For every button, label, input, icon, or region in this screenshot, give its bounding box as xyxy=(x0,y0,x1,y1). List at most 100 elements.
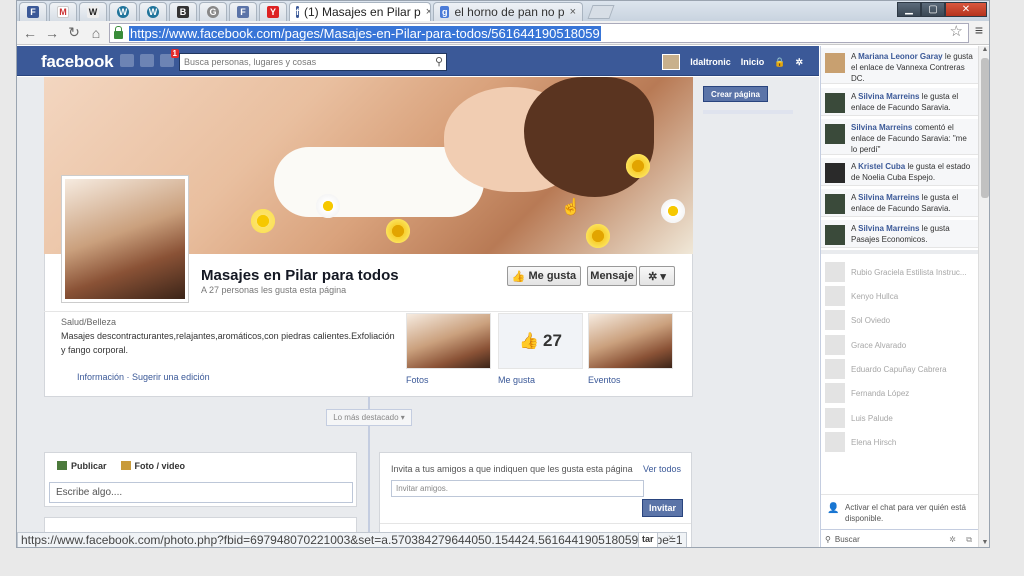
scroll-up-icon[interactable]: ▲ xyxy=(979,46,989,56)
create-page-button[interactable]: Crear página xyxy=(703,86,768,102)
minimize-icon[interactable]: ▁ xyxy=(897,2,921,17)
ticker-item[interactable]: A Kristel Cuba le gusta el estado de Noe… xyxy=(821,158,978,186)
pinned-tab-facebook-2[interactable]: F xyxy=(229,2,257,21)
pinned-tab-facebook[interactable]: F xyxy=(19,2,47,21)
ticker-item[interactable]: A Silvina Marreins le gusta el enlace de… xyxy=(821,88,978,116)
chat-search-bar[interactable]: ⚲ Buscar ✲ ⧉ xyxy=(821,529,978,547)
reload-icon[interactable]: ↻ xyxy=(63,24,85,41)
chat-friend[interactable]: Eduardo Capuñay Cabrera xyxy=(821,358,978,380)
info-link[interactable]: Información xyxy=(77,372,124,382)
post-composer: Publicar Foto / video Escribe algo.... xyxy=(44,452,357,507)
popout-icon[interactable]: ⧉ xyxy=(966,535,972,545)
tab-label: (1) Masajes en Pilar p xyxy=(304,5,421,19)
photos-app-tile[interactable] xyxy=(406,313,491,369)
chat-friend[interactable]: Elena Hirsch xyxy=(821,431,978,453)
tab-horno[interactable]: g el horno de pan no p × xyxy=(433,2,583,21)
address-bar[interactable]: https://www.facebook.com/pages/Masajes-e… xyxy=(109,23,969,43)
gear-icon[interactable]: ✲ xyxy=(949,535,956,544)
pinned-tab-gmail[interactable]: M xyxy=(49,2,77,21)
publish-tab[interactable]: Publicar xyxy=(57,461,107,471)
pinned-tab-wordpress-2[interactable]: W xyxy=(139,2,167,21)
chevron-down-icon: ▾ xyxy=(660,270,666,283)
page-title[interactable]: Masajes en Pilar para todos xyxy=(201,267,399,284)
close-window-icon[interactable]: ✕ xyxy=(945,2,987,17)
message-button[interactable]: Mensaje xyxy=(587,266,637,286)
page-scrollbar[interactable]: ▲ ▼ xyxy=(978,46,989,547)
wordpress-icon: W xyxy=(117,6,129,18)
pinned-tab-youtube[interactable]: Y xyxy=(259,2,287,21)
likes-count-text[interactable]: A 27 personas les gusta esta página xyxy=(201,285,346,295)
chat-friend[interactable]: Kenyo Hullca xyxy=(821,285,978,307)
messages-icon[interactable] xyxy=(140,54,154,67)
events-app-tile[interactable] xyxy=(588,313,673,369)
youtube-icon: Y xyxy=(267,6,279,18)
ticker-item[interactable]: Silvina Marreins comentó el enlace de Fa… xyxy=(821,119,978,155)
privacy-icon[interactable]: 🔒 xyxy=(774,57,785,68)
ticker-item[interactable]: A Mariana Leonor Garay le gusta el enlac… xyxy=(821,48,978,84)
wikipedia-icon: W xyxy=(87,6,99,18)
pinned-tab-blogger[interactable]: B xyxy=(169,2,197,21)
fb-search-input[interactable]: Busca personas, lugares y cosas ⚲ xyxy=(179,53,447,71)
pinned-tab-wikipedia[interactable]: W xyxy=(79,2,107,21)
app-label-events[interactable]: Eventos xyxy=(588,375,621,385)
facebook-logo[interactable]: facebook xyxy=(41,52,114,72)
facebook-icon: f xyxy=(296,6,299,18)
back-icon[interactable]: ← xyxy=(19,25,41,41)
ticker-item[interactable]: A Silvina Marreins le gusta Pasajes Econ… xyxy=(821,220,978,248)
settings-dropdown-button[interactable]: ✲ ▾ xyxy=(639,266,675,286)
chat-friend[interactable]: Sol Oviedo xyxy=(821,309,978,331)
notifications-icon[interactable]: 1 xyxy=(160,49,179,67)
maximize-icon[interactable]: ▢ xyxy=(921,2,945,17)
home-icon[interactable]: ⌂ xyxy=(85,25,107,41)
highlights-dropdown[interactable]: Lo más destacado ▾ xyxy=(326,409,412,426)
scroll-down-icon[interactable]: ▼ xyxy=(979,539,989,547)
profile-picture[interactable] xyxy=(61,175,189,303)
chat-friend[interactable]: Luis Palude xyxy=(821,407,978,429)
close-icon[interactable]: × xyxy=(426,6,430,18)
user-name-link[interactable]: Idaltronic xyxy=(690,57,731,67)
url-text[interactable]: https://www.facebook.com/pages/Masajes-e… xyxy=(129,25,601,41)
bookmark-star-icon[interactable]: ☆ xyxy=(950,22,963,40)
forward-icon[interactable]: → xyxy=(41,25,63,41)
flower-icon xyxy=(659,197,687,225)
chat-friend[interactable]: Fernanda López xyxy=(821,382,978,404)
avatar[interactable] xyxy=(662,54,681,70)
divider xyxy=(703,110,793,114)
likes-app-tile[interactable]: 👍 27 xyxy=(498,313,583,369)
avatar xyxy=(825,286,845,306)
friend-requests-icon[interactable] xyxy=(120,54,134,67)
partial-invite-button[interactable]: tar xyxy=(638,532,658,547)
app-label-likes[interactable]: Me gusta xyxy=(498,375,535,385)
browser-menu-icon[interactable]: ≡ xyxy=(975,22,983,38)
photo-video-tab[interactable]: Foto / video xyxy=(120,461,185,471)
chat-enable-prompt[interactable]: 👤 Activar el chat para ver quién está di… xyxy=(821,494,978,528)
tab-masajes[interactable]: f (1) Masajes en Pilar p × xyxy=(289,2,431,21)
settings-gear-icon[interactable]: ✲ xyxy=(795,57,803,68)
category-label[interactable]: Salud/Belleza xyxy=(61,317,401,327)
compose-input[interactable]: Escribe algo.... xyxy=(49,482,353,503)
chat-friend[interactable]: Grace Alvarado xyxy=(821,334,978,356)
home-link[interactable]: Inicio xyxy=(741,57,765,67)
page-content: Masajes en Pilar para todos A 27 persona… xyxy=(17,77,819,547)
scrollbar-thumb[interactable] xyxy=(981,58,989,198)
new-tab-button[interactable] xyxy=(587,5,615,19)
invite-input[interactable]: Invitar amigos. xyxy=(391,480,644,497)
search-icon[interactable]: ⚲ xyxy=(435,55,443,68)
like-button-label: Me gusta xyxy=(528,270,577,282)
app-label-photos[interactable]: Fotos xyxy=(406,375,429,385)
like-button[interactable]: 👍 Me gusta xyxy=(507,266,581,286)
avatar xyxy=(825,225,845,245)
search-placeholder: Busca personas, lugares y cosas xyxy=(184,57,317,67)
close-icon[interactable]: × xyxy=(668,533,674,544)
pinned-tab-wordpress[interactable]: W xyxy=(109,2,137,21)
invite-button[interactable]: Invitar xyxy=(642,499,683,517)
suggest-edit-link[interactable]: Sugerir una edición xyxy=(132,372,210,382)
see-all-link[interactable]: Ver todos xyxy=(643,464,681,474)
composer-tabs: Publicar Foto / video xyxy=(57,461,185,471)
close-icon[interactable]: × xyxy=(570,6,576,18)
ticker-item[interactable]: A Silvina Marreins le gusta el enlace de… xyxy=(821,189,978,217)
pinned-tab-generic[interactable]: G xyxy=(199,2,227,21)
chat-friend[interactable]: Rubio Graciela Estilista Instruc... xyxy=(821,261,978,283)
chat-search-input[interactable]: Buscar xyxy=(835,535,860,544)
person-icon: 👤 xyxy=(827,503,840,514)
